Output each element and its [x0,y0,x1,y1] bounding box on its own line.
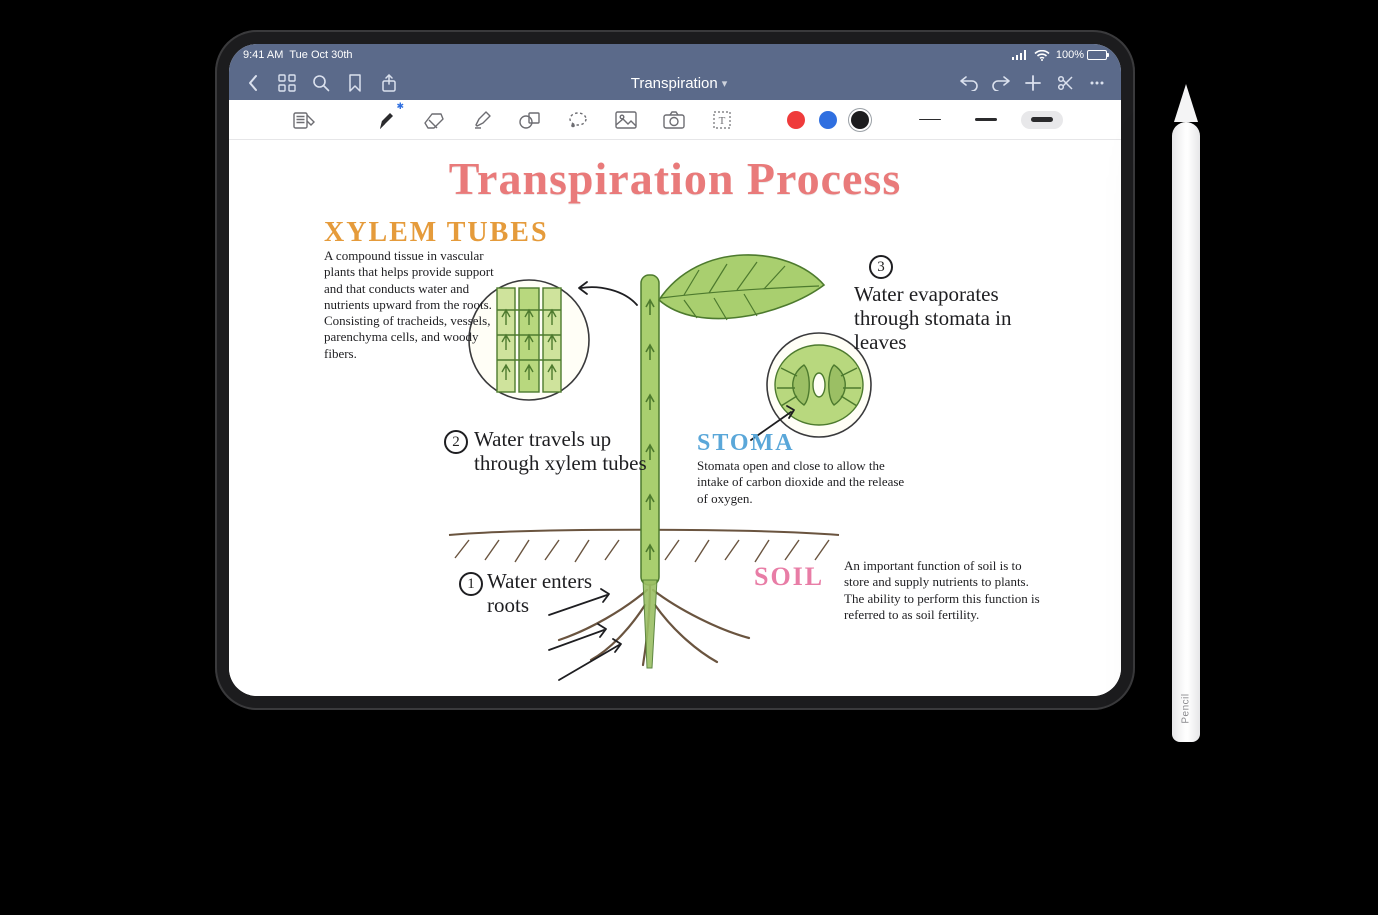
scissors-button[interactable] [1049,67,1081,99]
text-tool[interactable]: T [705,103,739,137]
read-mode-button[interactable] [287,103,321,137]
back-button[interactable] [237,67,269,99]
pen-tool[interactable]: ✱ [369,103,403,137]
status-date: Tue Oct 30th [289,49,352,61]
step-2-badge: 2 [444,430,468,454]
status-bar: 9:41 AM Tue Oct 30th 100% [229,44,1121,66]
app-navbar: Transpiration ▾ [229,66,1121,100]
highlighter-tool[interactable] [465,103,499,137]
ipad-screen: 9:41 AM Tue Oct 30th 100% [229,44,1121,696]
step-3-badge: 3 [869,255,893,279]
bookmark-button[interactable] [339,67,371,99]
image-tool[interactable] [609,103,643,137]
note-canvas[interactable]: Transpiration Process [229,140,1121,696]
stroke-thin[interactable] [909,111,951,129]
add-button[interactable] [1017,67,1049,99]
stroke-medium[interactable] [965,111,1007,129]
shapes-tool[interactable] [513,103,547,137]
color-red[interactable] [787,111,805,129]
svg-text:T: T [719,115,726,127]
redo-button[interactable] [985,67,1017,99]
camera-tool[interactable] [657,103,691,137]
stoma-heading: STOMA [697,430,795,457]
document-title-button[interactable]: Transpiration ▾ [407,75,951,92]
search-button[interactable] [305,67,337,99]
more-button[interactable] [1081,67,1113,99]
xylem-heading: XYLEM TUBES [324,217,549,249]
thumbnails-button[interactable] [271,67,303,99]
lasso-tool[interactable] [561,103,595,137]
eraser-tool[interactable] [417,103,451,137]
xylem-body: A compound tissue in vascular plants tha… [324,248,514,362]
step-2-text: Water travels up through xylem tubes [474,427,674,475]
step-1-text: Water enters roots [487,569,617,617]
color-black[interactable] [851,111,869,129]
undo-button[interactable] [953,67,985,99]
battery-indicator: 100% [1056,49,1107,61]
soil-heading: SOIL [754,562,824,592]
step-1-badge: 1 [459,572,483,596]
document-title: Transpiration [631,75,718,92]
soil-body: An important function of soil is to stor… [844,558,1044,623]
share-button[interactable] [373,67,405,99]
wifi-icon [1034,50,1050,61]
status-time: 9:41 AM [243,49,283,61]
step-3-text: Water evaporates through stomata in leav… [854,282,1024,354]
stroke-thick[interactable] [1021,111,1063,129]
apple-pencil-label: Pencil [1181,693,1192,723]
color-blue[interactable] [819,111,837,129]
cellular-signal-icon [1012,50,1028,60]
stoma-body: Stomata open and close to allow the inta… [697,458,907,507]
ipad-frame: 9:41 AM Tue Oct 30th 100% [215,30,1135,710]
apple-pencil: Pencil [1172,122,1200,742]
drawing-toolbar: ✱ [229,100,1121,140]
chevron-down-icon: ▾ [722,77,728,90]
battery-percent: 100% [1056,49,1084,61]
